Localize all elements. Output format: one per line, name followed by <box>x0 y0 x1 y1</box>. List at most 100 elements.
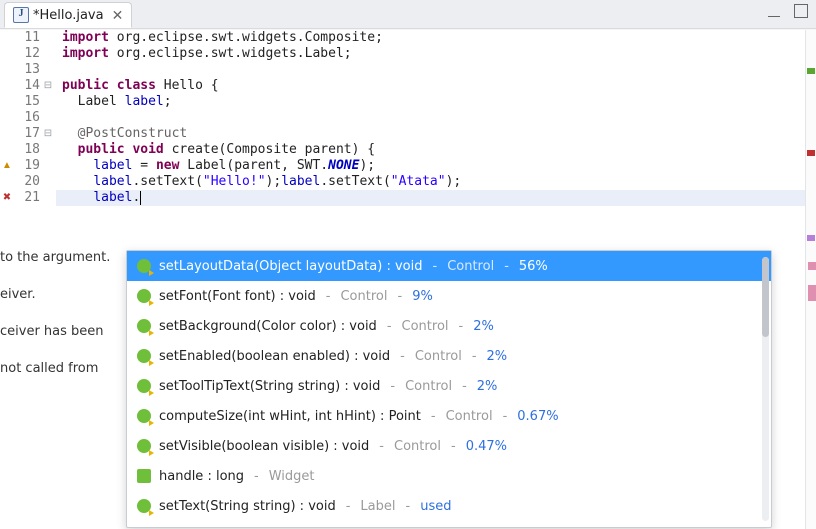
separator: - <box>501 409 510 424</box>
proposal-declaring-type: Control <box>405 379 452 394</box>
line-number: 20 <box>14 174 42 190</box>
proposal-signature: setEnabled(boolean enabled) : void <box>159 349 390 364</box>
code-line[interactable]: 19 label = new Label(parent, SWT.NONE); <box>0 158 806 174</box>
code-line[interactable]: 21 label. <box>0 190 806 206</box>
proposal-relevance: 0.47% <box>466 439 507 454</box>
content-assist-item[interactable]: setToolTipText(String string) : void - C… <box>127 371 771 401</box>
code-line[interactable]: 11 import org.eclipse.swt.widgets.Composi… <box>0 30 806 46</box>
overview-marker[interactable] <box>807 235 815 241</box>
content-assist-item[interactable]: addControlListener(ControlListener liste… <box>127 521 771 529</box>
separator: - <box>324 289 333 304</box>
fold-toggle-icon[interactable]: ⊟ <box>42 78 54 94</box>
code-line[interactable]: 12 import org.eclipse.swt.widgets.Label; <box>0 46 806 62</box>
maximize-view-icon[interactable] <box>794 4 808 18</box>
line-number: 18 <box>14 142 42 158</box>
java-file-icon: J <box>13 7 29 23</box>
code-text[interactable]: @PostConstruct <box>58 126 187 142</box>
code-line[interactable]: 15 Label label; <box>0 94 806 110</box>
method-proposal-icon <box>137 409 151 423</box>
field-proposal-icon <box>137 469 151 483</box>
scrollbar-thumb[interactable] <box>762 257 769 337</box>
proposal-signature: setToolTipText(String string) : void <box>159 379 380 394</box>
code-line[interactable]: 16 <box>0 110 806 126</box>
method-proposal-icon <box>137 379 151 393</box>
code-text[interactable]: public class Hello { <box>58 78 219 94</box>
annotation-marker <box>808 285 816 301</box>
gutter-marker <box>0 142 14 158</box>
proposal-declaring-type: Control <box>340 289 387 304</box>
proposal-declaring-type: Control <box>402 319 449 334</box>
code-text[interactable]: label. <box>58 190 140 206</box>
gutter-marker <box>0 94 14 110</box>
code-line[interactable]: 18 public void create(Composite parent) … <box>0 142 806 158</box>
code-line[interactable]: 14⊟public class Hello { <box>0 78 806 94</box>
code-text[interactable]: import org.eclipse.swt.widgets.Composite… <box>58 30 383 46</box>
separator: - <box>344 499 353 514</box>
warning-marker-icon[interactable] <box>0 158 14 174</box>
proposal-relevance: 2% <box>477 379 498 394</box>
proposal-relevance: 9% <box>412 289 433 304</box>
content-assist-popup[interactable]: setLayoutData(Object layoutData) : void … <box>126 250 772 528</box>
line-number: 19 <box>14 158 42 174</box>
code-line[interactable]: 20 label.setText("Hello!");label.setText… <box>0 174 806 190</box>
code-text[interactable]: label = new Label(parent, SWT.NONE); <box>58 158 375 174</box>
proposal-signature: setLayoutData(Object layoutData) : void <box>159 259 422 274</box>
proposal-signature: setBackground(Color color) : void <box>159 319 377 334</box>
view-controls <box>768 4 808 18</box>
line-number: 12 <box>14 46 42 62</box>
file-tab-title: *Hello.java <box>33 8 104 23</box>
code-text[interactable]: label.setText("Hello!");label.setText("A… <box>58 174 461 190</box>
method-proposal-icon <box>137 259 151 273</box>
separator: - <box>385 319 394 334</box>
overview-marker[interactable] <box>807 150 815 156</box>
gutter-marker <box>0 126 14 142</box>
editor-tab-bar: J *Hello.java ✕ <box>0 0 816 29</box>
separator: - <box>388 379 397 394</box>
separator: - <box>377 439 386 454</box>
overview-marker[interactable] <box>807 68 815 74</box>
code-line[interactable]: 17⊟ @PostConstruct <box>0 126 806 142</box>
file-tab[interactable]: J *Hello.java ✕ <box>4 2 132 28</box>
separator: - <box>470 349 479 364</box>
gutter-marker <box>0 30 14 46</box>
code-text[interactable]: Label label; <box>58 94 172 110</box>
content-assist-item[interactable]: setEnabled(boolean enabled) : void - Con… <box>127 341 771 371</box>
gutter-marker <box>0 62 14 78</box>
overview-ruler[interactable] <box>805 30 816 529</box>
code-text[interactable]: public void create(Composite parent) { <box>58 142 375 158</box>
fold-toggle-icon[interactable]: ⊟ <box>42 126 54 142</box>
minimize-view-icon[interactable] <box>768 4 780 17</box>
proposal-relevance: used <box>420 499 451 514</box>
line-number: 15 <box>14 94 42 110</box>
line-number: 17 <box>14 126 42 142</box>
close-icon[interactable]: ✕ <box>108 8 124 22</box>
separator: - <box>398 349 407 364</box>
code-text[interactable]: import org.eclipse.swt.widgets.Label; <box>58 46 352 62</box>
line-number: 11 <box>14 30 42 46</box>
proposal-signature: handle : long <box>159 469 244 484</box>
annotation-marker <box>808 262 816 270</box>
separator: - <box>457 319 466 334</box>
proposal-signature: computeSize(int wHint, int hHint) : Poin… <box>159 409 421 424</box>
proposal-relevance: 2% <box>487 349 508 364</box>
content-assist-item[interactable]: handle : long - Widget <box>127 461 771 491</box>
proposal-relevance: 0.67% <box>517 409 558 424</box>
content-assist-scrollbar[interactable] <box>762 257 769 521</box>
error-marker-icon[interactable] <box>0 190 14 206</box>
content-assist-item[interactable]: setVisible(boolean visible) : void - Con… <box>127 431 771 461</box>
content-assist-item[interactable]: setBackground(Color color) : void - Cont… <box>127 311 771 341</box>
content-assist-item[interactable]: setFont(Font font) : void - Control - 9% <box>127 281 771 311</box>
line-number: 21 <box>14 190 42 206</box>
content-assist-item[interactable]: setText(String string) : void - Label - … <box>127 491 771 521</box>
proposal-declaring-type: Control <box>415 349 462 364</box>
separator: - <box>252 469 261 484</box>
method-proposal-icon <box>137 349 151 363</box>
content-assist-item[interactable]: setLayoutData(Object layoutData) : void … <box>127 251 771 281</box>
proposal-declaring-type: Label <box>360 499 395 514</box>
separator: - <box>430 259 439 274</box>
method-proposal-icon <box>137 439 151 453</box>
proposal-declaring-type: Widget <box>269 469 315 484</box>
gutter-marker <box>0 46 14 62</box>
content-assist-item[interactable]: computeSize(int wHint, int hHint) : Poin… <box>127 401 771 431</box>
code-line[interactable]: 13 <box>0 62 806 78</box>
